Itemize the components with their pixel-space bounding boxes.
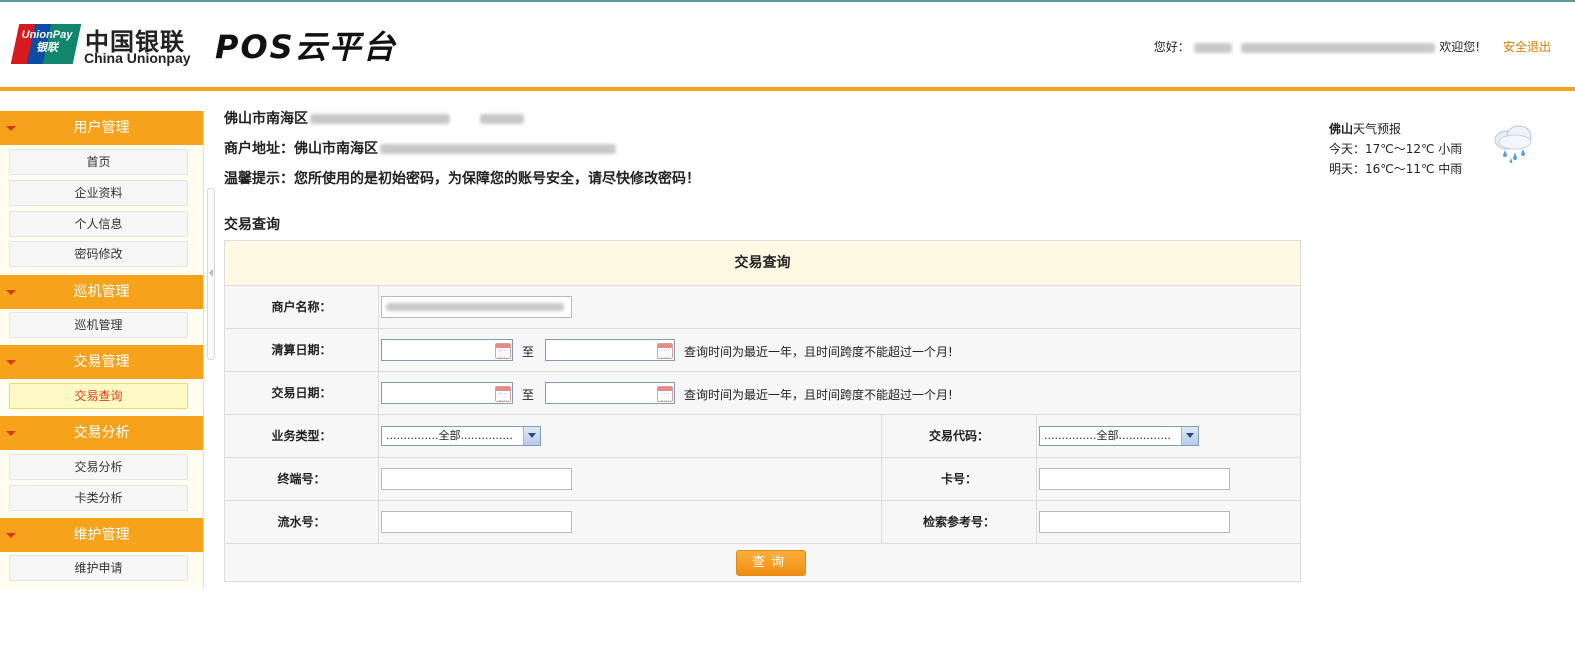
calendar-icon[interactable] [495, 386, 511, 402]
rain-cloud-icon [1494, 125, 1532, 164]
trade-query-form: 交易查询 商户名称： 清算日期： 至 查询时间为最近一年，且时间跨度不能超过一个… [224, 240, 1301, 582]
section-title: 交易查询 [224, 217, 280, 233]
calendar-icon[interactable] [657, 343, 673, 359]
trade-date-start-input[interactable] [381, 382, 513, 404]
collapse-left-icon [209, 269, 213, 277]
redacted-merchant [310, 114, 450, 124]
merchant-address: 商户地址：佛山市南海区 [224, 138, 616, 158]
sidebar-item-maintenance-request[interactable]: 维护申请 [9, 555, 188, 581]
weather-tomorrow: 明天：16℃～11℃ 中雨 [1329, 162, 1463, 176]
settle-date-end-input[interactable] [545, 339, 675, 361]
sidebar-item-card-analysis[interactable]: 卡类分析 [9, 485, 188, 511]
settle-date-label: 清算日期： [225, 329, 379, 371]
biz-type-select[interactable]: ...............全部............... [381, 426, 541, 446]
sidebar-group-trade[interactable]: 交易管理 [0, 345, 203, 379]
date-hint: 查询时间为最近一年，且时间跨度不能超过一个月! [684, 388, 953, 402]
card-label: 卡号： [882, 458, 1037, 500]
biz-type-label: 业务类型： [225, 415, 379, 457]
sidebar-group-analysis[interactable]: 交易分析 [0, 416, 203, 450]
ref-label: 检索参考号： [882, 501, 1037, 543]
redacted-company [1241, 42, 1436, 53]
row-terminal: 终端号： 卡号： [225, 458, 1300, 501]
collapse-arrow-icon [6, 126, 16, 131]
ref-input[interactable] [1039, 511, 1230, 533]
trade-code-select[interactable]: ...............全部............... [1039, 426, 1199, 446]
chevron-down-icon [1181, 427, 1198, 445]
terminal-input[interactable] [381, 468, 572, 490]
chevron-down-icon [523, 427, 540, 445]
merchant-name-field [381, 296, 572, 318]
user-greeting: 您好： 欢迎您! [1153, 40, 1480, 54]
settle-date-start-input[interactable] [381, 339, 513, 361]
card-input[interactable] [1039, 468, 1230, 490]
sidebar: 用户管理 首页 企业资料 个人信息 密码修改 巡机管理 巡机管理 交易管理 交易… [0, 111, 204, 589]
row-serial: 流水号： 检索参考号： [225, 501, 1300, 544]
redacted-merchant-name [386, 303, 564, 311]
query-button[interactable]: 查询 [736, 550, 806, 576]
sidebar-group-maintenance[interactable]: 维护管理 [0, 518, 203, 552]
unionpay-logo: UnionPay 银联 [10, 24, 82, 64]
collapse-arrow-icon [6, 290, 16, 295]
merchant-line: 佛山市南海区 [224, 108, 524, 128]
sidebar-group-patrol[interactable]: 巡机管理 [0, 275, 203, 309]
sidebar-group-user[interactable]: 用户管理 [0, 111, 203, 145]
row-trade-date: 交易日期： 至 查询时间为最近一年，且时间跨度不能超过一个月! [225, 372, 1300, 415]
trade-date-label: 交易日期： [225, 372, 379, 414]
weather-city: 佛山 [1329, 122, 1354, 136]
collapse-arrow-icon [6, 431, 16, 436]
sidebar-toggle-handle[interactable] [207, 188, 215, 360]
form-actions: 查询 [225, 544, 1300, 581]
sidebar-item-trade-query[interactable]: 交易查询 [9, 383, 188, 409]
weather-today: 今天：17℃～12℃ 小雨 [1329, 142, 1463, 156]
form-title: 交易查询 [225, 241, 1300, 286]
logo-text-en: China Unionpay [84, 50, 191, 66]
logout-link[interactable]: 安全退出 [1503, 38, 1551, 55]
collapse-arrow-icon [6, 360, 16, 365]
sidebar-item-personal-info[interactable]: 个人信息 [9, 211, 188, 237]
range-separator: 至 [522, 345, 535, 359]
weather-widget: 佛山天气预报 今天：17℃～12℃ 小雨 明天：16℃～11℃ 中雨 [1329, 119, 1462, 179]
range-separator: 至 [522, 388, 535, 402]
terminal-label: 终端号： [225, 458, 379, 500]
collapse-arrow-icon [6, 533, 16, 538]
row-merchant-name: 商户名称： [225, 286, 1300, 329]
calendar-icon[interactable] [657, 386, 673, 402]
header-accent-bar [0, 87, 1575, 91]
brand-title: POS云平台 [215, 28, 397, 66]
sidebar-item-home[interactable]: 首页 [9, 149, 188, 175]
redacted-name [480, 114, 524, 124]
merchant-name-label: 商户名称： [225, 286, 379, 328]
calendar-icon[interactable] [495, 343, 511, 359]
sidebar-item-change-password[interactable]: 密码修改 [9, 241, 188, 267]
trade-date-end-input[interactable] [545, 382, 675, 404]
redacted-username [1193, 42, 1232, 53]
row-settle-date: 清算日期： 至 查询时间为最近一年，且时间跨度不能超过一个月! [225, 329, 1300, 372]
trade-code-label: 交易代码： [882, 415, 1037, 457]
sidebar-item-patrol[interactable]: 巡机管理 [9, 312, 188, 338]
password-warning: 温馨提示：您所使用的是初始密码，为保障您的账号安全，请尽快修改密码！ [224, 171, 700, 187]
sidebar-item-trade-analysis[interactable]: 交易分析 [9, 454, 188, 480]
redacted-address [380, 144, 616, 154]
header: UnionPay 银联 中国银联 China Unionpay POS云平台 您好… [0, 2, 1575, 88]
serial-label: 流水号： [225, 501, 379, 543]
sidebar-item-company-profile[interactable]: 企业资料 [9, 180, 188, 206]
serial-input[interactable] [381, 511, 572, 533]
row-biz-type: 业务类型： ...............全部............... 交… [225, 415, 1300, 458]
date-hint: 查询时间为最近一年，且时间跨度不能超过一个月! [684, 345, 953, 359]
